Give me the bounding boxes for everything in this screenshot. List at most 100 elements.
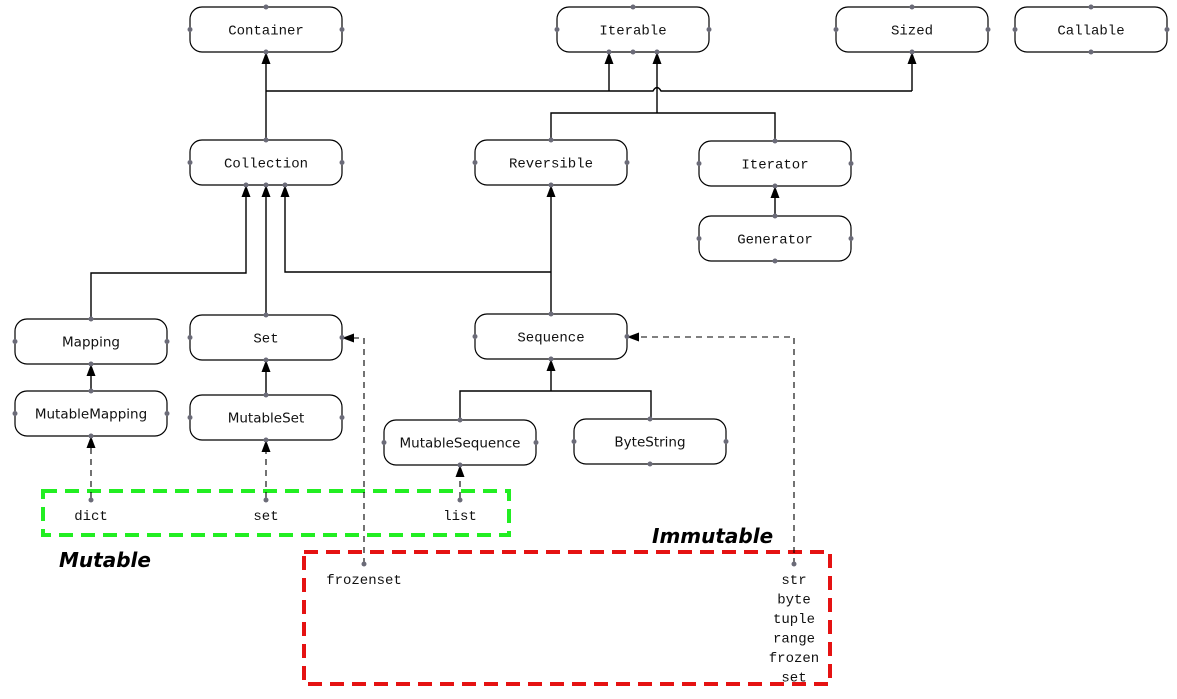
impl-immutable-line: byte: [777, 593, 811, 609]
port-dot: [1088, 49, 1094, 55]
port-dot: [263, 49, 269, 55]
impl-list: list: [443, 509, 477, 525]
port-dot: [791, 561, 797, 567]
port-dot: [548, 356, 554, 362]
port-dot: [909, 49, 915, 55]
node-label: Iterable: [599, 24, 666, 40]
node-iterator[interactable]: Iterator: [696, 138, 854, 189]
node-mutablemapping[interactable]: MutableMapping: [12, 388, 170, 439]
node-callable[interactable]: Callable: [1012, 4, 1170, 55]
node-mutableset[interactable]: MutableSet: [187, 392, 345, 443]
port-dot: [88, 433, 94, 439]
port-dot: [472, 160, 478, 165]
port-dot: [772, 138, 778, 144]
node-label: Sized: [891, 24, 933, 40]
impl-immutable-line: range: [773, 632, 815, 648]
impl-immutable-sequences: str byte tuple range frozen set: [769, 573, 819, 687]
impl-frozenset: frozenset: [326, 573, 402, 589]
port-dot: [909, 4, 915, 10]
impl-immutable-line: set: [781, 671, 806, 687]
node-iterable[interactable]: Iterable: [554, 4, 712, 55]
port-dot: [624, 160, 630, 165]
mutable-group: Mutable: [41, 489, 511, 572]
port-dot: [1164, 27, 1170, 32]
node-label: Collection: [224, 157, 308, 173]
node-generator[interactable]: Generator: [696, 213, 854, 264]
port-dot: [772, 258, 778, 264]
port-dot: [263, 182, 269, 188]
node-label: Generator: [737, 233, 813, 249]
port-dot: [187, 415, 193, 420]
port-dot: [263, 437, 269, 443]
port-dot: [571, 439, 577, 444]
port-dot: [848, 236, 854, 241]
node-sequence[interactable]: Sequence: [472, 311, 630, 362]
port-dot: [263, 392, 269, 398]
node-label: Container: [228, 24, 304, 40]
edge-mapping-collection: [90, 191, 247, 318]
impl-immutable-line: str: [781, 573, 806, 589]
port-dot: [985, 27, 991, 32]
port-dot: [696, 236, 702, 241]
edge-sequence-collection: [284, 191, 551, 273]
port-dot: [243, 182, 249, 188]
port-dot: [88, 361, 94, 367]
node-label: ByteString: [614, 435, 685, 451]
port-dot: [624, 334, 630, 339]
node-mapping[interactable]: Mapping: [12, 316, 170, 367]
node-label: MutableSequence: [400, 436, 521, 452]
port-dot: [12, 339, 18, 344]
port-dot: [282, 182, 288, 188]
port-dot: [472, 334, 478, 339]
port-dot: [263, 4, 269, 10]
nodes: Container Iterable Sized Callable Collection…: [12, 4, 1170, 468]
node-mutablesequence[interactable]: MutableSequence: [381, 417, 539, 468]
node-bytestring[interactable]: ByteString: [571, 416, 729, 467]
port-dot: [339, 160, 345, 165]
port-dot: [457, 497, 463, 503]
immutable-group-box: [302, 550, 832, 686]
node-label: Callable: [1057, 24, 1124, 40]
port-dot: [187, 160, 193, 165]
node-sized[interactable]: Sized: [833, 4, 991, 55]
port-dot: [88, 497, 94, 503]
edge-trunk-horizontal: [266, 86, 912, 92]
port-dot: [457, 417, 463, 423]
impl-immutable-line: frozen: [769, 651, 819, 667]
port-dot: [88, 316, 94, 322]
node-label: MutableSet: [228, 411, 305, 427]
port-dot: [263, 312, 269, 318]
collections-abc-diagram: Mutable Immutable Container Iterable Siz…: [12, 4, 1170, 687]
port-dot: [696, 161, 702, 166]
impl-immutable-line: tuple: [773, 612, 815, 628]
port-dot: [833, 27, 839, 32]
port-dot: [647, 416, 653, 422]
port-dot: [554, 27, 560, 32]
port-dot: [187, 27, 193, 32]
port-dot: [339, 415, 345, 420]
port-dot: [548, 182, 554, 188]
port-dot: [339, 27, 345, 32]
node-label: Iterator: [741, 158, 808, 174]
port-dot: [723, 439, 729, 444]
port-dot: [606, 49, 612, 55]
port-dot: [263, 497, 269, 503]
mutable-group-title: Mutable: [59, 548, 151, 572]
impl-set: set: [253, 509, 278, 525]
port-dot: [164, 411, 170, 416]
port-dot: [263, 137, 269, 143]
node-label: Mapping: [62, 335, 120, 351]
node-container[interactable]: Container: [187, 4, 345, 55]
port-dot: [706, 27, 712, 32]
node-reversible[interactable]: Reversible: [472, 137, 630, 188]
port-dot: [381, 440, 387, 445]
node-set[interactable]: Set: [187, 312, 345, 363]
port-dot: [1012, 27, 1018, 32]
port-dot: [647, 461, 653, 467]
port-dot: [630, 49, 636, 55]
node-collection[interactable]: Collection: [187, 137, 345, 188]
node-label: Sequence: [517, 331, 584, 347]
node-label: MutableMapping: [35, 407, 147, 423]
port-dot: [88, 388, 94, 394]
edge-frozenset-set: [350, 337, 365, 564]
